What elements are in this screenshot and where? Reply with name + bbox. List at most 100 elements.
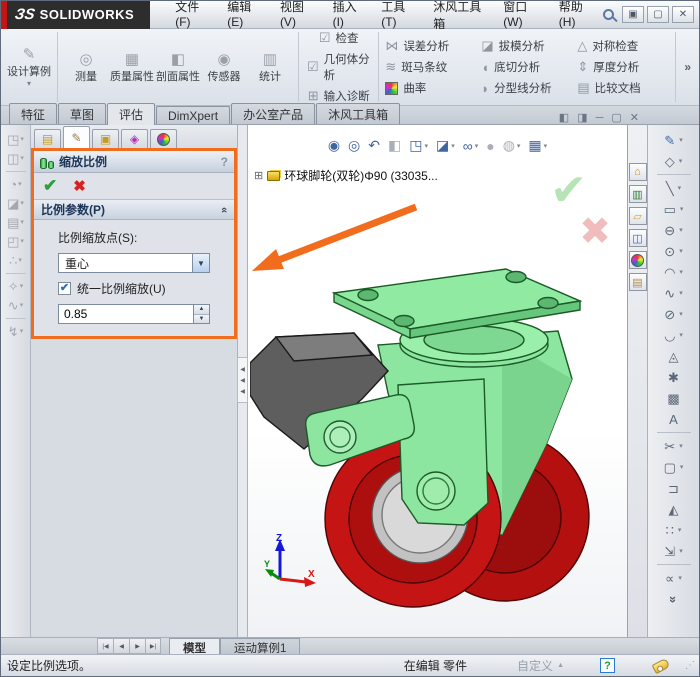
text-button[interactable]: A	[669, 409, 678, 429]
view-palette-tab[interactable]: ◫	[629, 229, 647, 247]
edit-appearance-icon[interactable]: ●	[486, 138, 494, 154]
line-button[interactable]: ╲▾	[666, 178, 681, 198]
toolbar-more-button[interactable]: »	[670, 589, 677, 609]
check-button[interactable]: ☑ 检查	[319, 30, 359, 46]
help-icon[interactable]: ?	[221, 155, 228, 169]
next-tab-button[interactable]: ▶	[129, 638, 145, 654]
last-tab-button[interactable]: ▶|	[145, 638, 161, 654]
tab-evaluate[interactable]: 评估	[107, 103, 155, 125]
section-view-icon[interactable]: ◧	[388, 137, 401, 154]
trim-entities-button[interactable]: ✂▾	[664, 436, 682, 456]
splitter-collapse-handle[interactable]: ◀ ◀ ◀	[237, 357, 248, 403]
geometry-analysis-button[interactable]: ☑ 几何体分析	[307, 51, 370, 83]
prev-tab-button[interactable]: ◀	[113, 638, 129, 654]
tab-office-products[interactable]: 办公室产品	[231, 103, 315, 124]
view-settings-icon[interactable]: ▦▾	[528, 137, 547, 154]
undercut-analysis-button[interactable]: ◖ 底切分析	[481, 59, 573, 75]
parting-line-analysis-button[interactable]: ◗ 分型线分析	[481, 80, 573, 96]
left-tool-6[interactable]: ◰▾	[7, 235, 24, 248]
tab-display-manager[interactable]	[150, 129, 177, 148]
spline-button[interactable]: ∿▾	[664, 283, 682, 303]
spin-down-button[interactable]: ▼	[194, 315, 209, 324]
ribbon-overflow-button[interactable]: »	[676, 32, 699, 102]
units-selector[interactable]: 自定义 ▲	[517, 657, 564, 674]
offset-entities-button[interactable]: ⊐	[668, 478, 679, 498]
left-tool-10[interactable]: ↯▾	[8, 325, 23, 338]
deviation-analysis-button[interactable]: ⋈ 误差分析	[385, 38, 477, 54]
custom-properties-tab[interactable]: ▤	[629, 273, 647, 291]
sketch-button[interactable]: ✎▾	[664, 130, 682, 150]
left-tool-3[interactable]: ◔▾	[9, 178, 21, 191]
tab-mufeng-toolbox[interactable]: 沐风工具箱	[316, 103, 400, 124]
circle-button[interactable]: ⊙▾	[664, 241, 682, 261]
appearances-tab[interactable]	[629, 251, 647, 269]
feature-tree-flyout[interactable]: ⊞ 环球脚轮(双轮)Φ90 (33035...	[254, 167, 438, 184]
left-tool-2[interactable]: ◫▾	[7, 152, 24, 165]
tab-dimxpert[interactable]: DimXpert	[156, 106, 230, 124]
statistics-button[interactable]: ▥ 统计	[247, 51, 293, 84]
resize-grip[interactable]: ⋰	[685, 660, 693, 671]
compare-documents-button[interactable]: ▤ 比较文档	[577, 80, 669, 96]
arc-button[interactable]: ◠▾	[664, 262, 683, 282]
measure-button[interactable]: ◎ 测量	[63, 51, 109, 84]
tab-model[interactable]: 模型	[169, 638, 220, 654]
uniform-scale-checkbox-row[interactable]: ✔ 统一比例缩放(U)	[58, 280, 224, 297]
panel-splitter[interactable]: ◀ ◀ ◀	[238, 125, 248, 637]
section-properties-button[interactable]: ◧ 剖面属性	[155, 51, 201, 84]
confirmation-cancel-mark[interactable]: ✖	[579, 209, 611, 254]
draft-analysis-button[interactable]: ◪ 拔模分析	[481, 38, 573, 54]
left-tool-9[interactable]: ∿▾	[8, 299, 23, 312]
import-diagnostics-button[interactable]: ⊞ 输入诊断	[308, 88, 370, 104]
quick-tips-help-icon[interactable]: ?	[600, 658, 615, 673]
view-orientation-icon[interactable]: ◳▾	[409, 137, 428, 154]
tab-sketch[interactable]: 草图	[58, 103, 106, 124]
zoom-area-icon[interactable]: ◎	[348, 137, 360, 154]
pane-right-icon[interactable]: ◨	[577, 111, 587, 124]
graphics-viewport[interactable]: ◉ ◎ ↶ ◧ ◳▾ ◪▾ ∞▾ ● ◍▾ ▦▾ ⊞ 环球脚轮(双轮)Φ90 (…	[248, 125, 627, 637]
tab-motion-study-1[interactable]: 运动算例1	[220, 638, 300, 654]
curvature-button[interactable]: 曲率	[385, 80, 477, 96]
left-tool-1[interactable]: ◳▾	[7, 133, 24, 146]
tab-features[interactable]: 特征	[9, 103, 57, 124]
tab-property-manager[interactable]: ✎	[63, 126, 90, 148]
apply-scene-icon[interactable]: ◍▾	[503, 137, 521, 154]
point-button[interactable]: ✱	[668, 367, 679, 387]
scale-parameters-section-header[interactable]: 比例参数(P) «	[34, 200, 234, 220]
scale-factor-input[interactable]	[59, 305, 193, 323]
search-icon[interactable]	[603, 9, 614, 20]
collapse-chevron-icon[interactable]: «	[218, 206, 230, 212]
tag-icon[interactable]	[652, 657, 671, 673]
spin-up-button[interactable]: ▲	[194, 305, 209, 315]
zebra-stripes-button[interactable]: ≋ 斑马条纹	[385, 59, 477, 75]
spline-on-surface-button[interactable]: ▩	[667, 388, 679, 408]
expand-icon[interactable]: ⊞	[254, 169, 263, 182]
doc-minimize-button[interactable]: ─	[596, 112, 604, 124]
left-tool-5[interactable]: ▤▾	[7, 216, 24, 229]
display-style-icon[interactable]: ◪▾	[436, 137, 455, 154]
file-explorer-tab[interactable]: ▱	[629, 207, 647, 225]
mass-properties-button[interactable]: ▦ 质量属性	[109, 51, 155, 84]
cancel-button[interactable]: ✖	[73, 177, 86, 195]
polygon-button[interactable]: ◬	[669, 346, 679, 366]
scale-point-select[interactable]: 重心 ▼	[58, 253, 210, 273]
left-tool-7[interactable]: ∴▾	[9, 254, 22, 267]
window-panes-button[interactable]: ▣	[622, 6, 644, 23]
doc-close-button[interactable]: ✕	[630, 111, 639, 124]
linear-pattern-button[interactable]: ∷▾	[666, 520, 682, 540]
left-tool-8[interactable]: ✧▾	[8, 280, 23, 293]
previous-view-icon[interactable]: ↶	[368, 137, 380, 154]
resources-home-tab[interactable]: ⌂	[629, 163, 647, 181]
ok-button[interactable]: ✔	[43, 176, 57, 196]
first-tab-button[interactable]: |◀	[97, 638, 113, 654]
display-relations-button[interactable]: ∝▾	[665, 568, 682, 588]
tab-dimxpert-manager[interactable]: ◈	[121, 129, 148, 148]
thickness-analysis-button[interactable]: ⇕ 厚度分析	[577, 59, 669, 75]
doc-restore-button[interactable]: ▢	[611, 111, 621, 124]
move-entities-button[interactable]: ⇲▾	[664, 541, 682, 561]
tab-feature-manager[interactable]: ▤	[34, 129, 61, 148]
fillet-button[interactable]: ◡▾	[664, 325, 683, 345]
window-close-button[interactable]: ✕	[672, 6, 694, 23]
smart-dimension-button[interactable]: ◇▾	[665, 151, 683, 171]
dropdown-arrow-icon[interactable]: ▼	[192, 254, 209, 272]
symmetry-check-button[interactable]: △ 对称检查	[577, 38, 669, 54]
